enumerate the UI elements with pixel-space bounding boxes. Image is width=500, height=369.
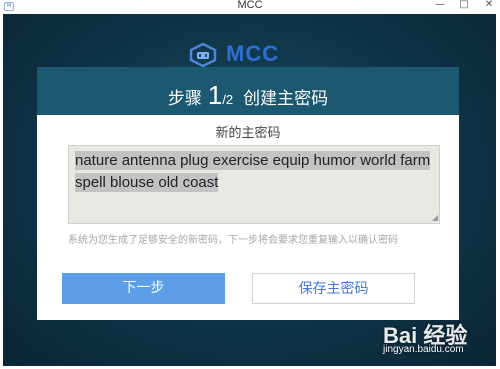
resize-grip-icon[interactable]: ◢ <box>430 214 438 222</box>
next-step-button[interactable]: 下一步 <box>62 273 225 304</box>
section-label: 新的主密码 <box>215 126 281 141</box>
step-total: /2 <box>222 92 234 107</box>
create-password-dialog: 步骤 1/2 创建主密码 新的主密码 nature antenna plug exe… <box>37 67 459 320</box>
hint-text: 系统为您生成了足够安全的新密码，下一步将会要求您重复输入以确认密码 <box>68 235 398 246</box>
step-prefix: 步骤 <box>167 89 202 109</box>
step-number: 1 <box>207 80 223 110</box>
dialog-title: 步骤 1/2 创建主密码 <box>37 80 459 111</box>
brand-logo: MCC <box>188 41 328 68</box>
minimize-button[interactable]: — <box>433 0 447 11</box>
save-password-button[interactable]: 保存主密码 <box>252 273 415 304</box>
close-button[interactable]: ✕ <box>478 0 500 11</box>
baidu-watermark: Bai 经验 jingyan.baidu.com <box>383 318 498 364</box>
step-title: 创建主密码 <box>243 89 329 109</box>
maximize-button[interactable]: □ <box>457 0 471 11</box>
master-password-textarea[interactable]: nature antenna plug exercise equip humor… <box>68 145 440 224</box>
mcc-logo-icon <box>188 42 218 68</box>
window-title: MCC <box>237 0 263 11</box>
watermark-url: jingyan.baidu.com <box>383 344 464 355</box>
logo-text: MCC <box>226 41 280 66</box>
dialog-header: 步骤 1/2 创建主密码 <box>37 67 459 115</box>
passphrase-text: nature antenna plug exercise equip humor… <box>75 151 431 192</box>
window-titlebar: M MCC — □ ✕ <box>0 0 500 14</box>
